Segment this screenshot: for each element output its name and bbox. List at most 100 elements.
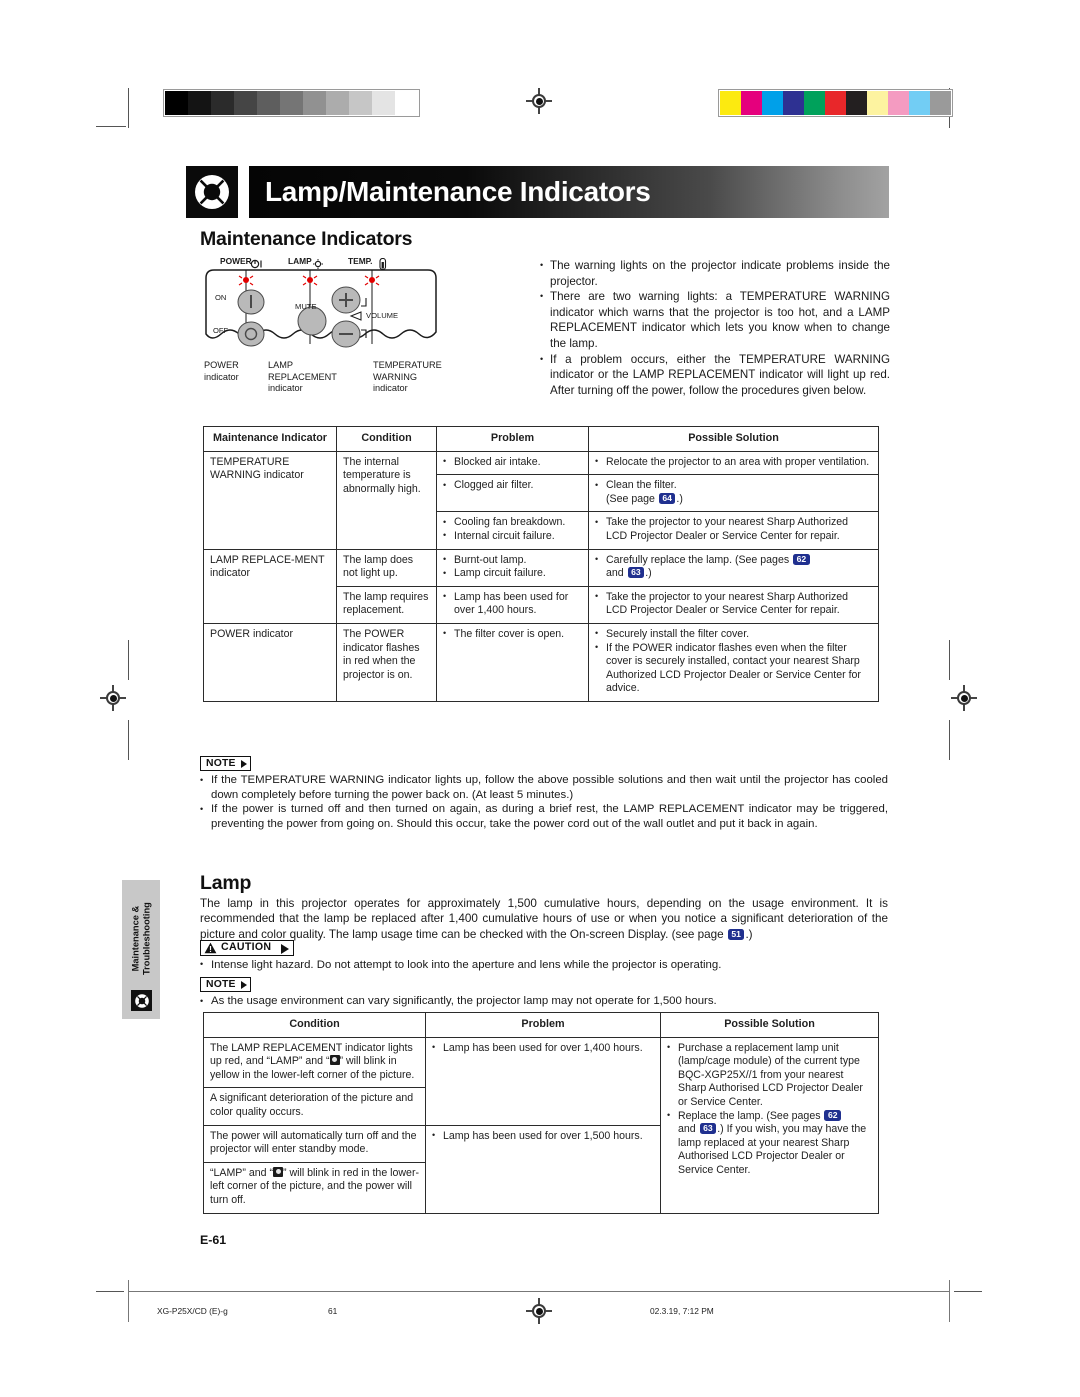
figure-label-off: OFF bbox=[213, 326, 229, 335]
page-reference-badge[interactable]: 63 bbox=[627, 567, 645, 579]
registration-mark-left bbox=[100, 685, 126, 711]
gray-swatch-2 bbox=[211, 91, 234, 115]
color-swatch-4 bbox=[804, 91, 825, 115]
chapter-header: Lamp/Maintenance Indicators bbox=[186, 166, 889, 218]
figure-label-volume: VOLUME bbox=[366, 311, 399, 320]
figure-caption-temperature: TEMPERATURE WARNING indicator bbox=[373, 360, 442, 393]
page-reference-badge[interactable]: 62 bbox=[793, 553, 810, 565]
crop-tick-right-lower bbox=[954, 1291, 982, 1292]
cell-condition: The power will automatically turn off an… bbox=[203, 1124, 426, 1163]
footer-tick-right bbox=[949, 1280, 950, 1322]
color-swatch-8 bbox=[888, 91, 909, 115]
cell-problem: Blocked air intake. bbox=[436, 450, 589, 476]
intro-bullet: • The warning lights on the projector in… bbox=[540, 259, 890, 288]
gray-swatch-6 bbox=[303, 91, 326, 115]
gray-swatch-0 bbox=[165, 91, 188, 115]
color-swatch-5 bbox=[825, 91, 846, 115]
figure-label-temp: TEMP. bbox=[348, 256, 373, 266]
column-header-condition: Condition bbox=[336, 426, 437, 452]
intro-bullet: • There are two warning lights: a TEMPER… bbox=[540, 290, 890, 350]
lifebuoy-icon bbox=[131, 990, 152, 1011]
footer-filename: XG-P25X/CD (E)-g bbox=[157, 1306, 228, 1316]
section-heading-maintenance-indicators: Maintenance Indicators bbox=[200, 228, 413, 250]
manual-page: Lamp/Maintenance Indicators Maintenance … bbox=[0, 0, 1080, 1397]
cell-solution: Clean the filter. (See page 64.) bbox=[588, 474, 879, 513]
column-header-solution: Possible Solution bbox=[588, 426, 879, 452]
table-row: POWER indicator The POWER indicator flas… bbox=[203, 622, 879, 702]
crop-tick-right-mid2 bbox=[949, 720, 950, 760]
cell-problem: Lamp has been used for over 1,400 hours. bbox=[436, 585, 589, 624]
gray-swatch-1 bbox=[188, 91, 211, 115]
side-tab-line2: Troubleshooting bbox=[141, 902, 151, 976]
side-tab-line1: Maintenance & bbox=[130, 905, 141, 972]
warning-triangle-icon bbox=[204, 942, 217, 959]
side-tab-label: Maintenance & Troubleshooting bbox=[130, 876, 151, 1002]
page-reference-badge[interactable]: 64 bbox=[658, 492, 676, 504]
column-header-condition: Condition bbox=[203, 1012, 426, 1038]
lamp-glyph-icon bbox=[329, 1055, 340, 1066]
column-header-indicator: Maintenance Indicator bbox=[203, 426, 337, 452]
lifebuoy-icon bbox=[186, 166, 238, 218]
page-reference-badge[interactable]: 63 bbox=[699, 1123, 717, 1135]
gray-swatch-9 bbox=[372, 91, 395, 115]
grayscale-calibration-bar bbox=[163, 89, 420, 117]
bullet-dot-icon: • bbox=[540, 353, 544, 364]
gray-swatch-5 bbox=[280, 91, 303, 115]
note-list: If the TEMPERATURE WARNING indicator lig… bbox=[200, 772, 888, 831]
cell-solution: Take the projector to your nearest Sharp… bbox=[588, 585, 879, 624]
cell-problem: Lamp has been used for over 1,500 hours. bbox=[425, 1124, 661, 1214]
cell-indicator: POWER indicator bbox=[203, 622, 337, 702]
color-calibration-bar bbox=[718, 89, 953, 117]
section-heading-lamp: Lamp bbox=[200, 872, 252, 894]
registration-mark-top bbox=[526, 88, 552, 114]
crop-tick-left-lower bbox=[96, 1291, 124, 1292]
projector-control-panel-figure: POWER LAMP TEMP. ON OFF MUTE VOLUME POWE… bbox=[200, 256, 455, 398]
registration-mark-right bbox=[951, 685, 977, 711]
cell-solution: Take the projector to your nearest Sharp… bbox=[588, 511, 879, 550]
cell-condition: The lamp requires replacement. bbox=[336, 585, 437, 624]
footer-rule bbox=[128, 1291, 950, 1292]
table-row: The LAMP REPLACEMENT indicator lights up… bbox=[203, 1036, 879, 1214]
column-header-solution: Possible Solution bbox=[660, 1012, 879, 1038]
table-row: LAMP REPLACE-MENT indicator The lamp doe… bbox=[203, 548, 879, 624]
cell-solution: Purchase a replacement lamp unit (lamp/c… bbox=[660, 1036, 879, 1214]
note-badge: NOTE bbox=[200, 976, 251, 992]
gray-swatch-3 bbox=[234, 91, 257, 115]
intro-bullet: • If a problem occurs, either the TEMPER… bbox=[540, 352, 890, 397]
figure-label-mute: MUTE bbox=[295, 302, 317, 311]
cell-problem: Burnt-out lamp. Lamp circuit failure. bbox=[436, 548, 589, 587]
lamp-glyph-icon bbox=[273, 1166, 283, 1177]
cell-solution: Securely install the filter cover. If th… bbox=[588, 622, 879, 702]
table-header-row: Condition Problem Possible Solution bbox=[203, 1012, 879, 1038]
column-header-problem: Problem bbox=[436, 426, 589, 452]
cell-problem: Clogged air filter. bbox=[436, 474, 589, 513]
gray-swatch-4 bbox=[257, 91, 280, 115]
page-reference-badge[interactable]: 62 bbox=[824, 1109, 842, 1121]
figure-label-on: ON bbox=[215, 293, 227, 302]
caution-block: CAUTION Intense light hazard. Do not att… bbox=[200, 937, 888, 972]
page-title: Lamp/Maintenance Indicators bbox=[265, 176, 651, 207]
note-list: As the usage environment can vary signif… bbox=[200, 994, 888, 1009]
crop-tick-left-upper bbox=[96, 126, 126, 127]
gray-swatch-10 bbox=[395, 91, 418, 115]
cell-condition: The LAMP REPLACEMENT indicator lights up… bbox=[203, 1036, 426, 1089]
cell-solution: Relocate the projector to an area with p… bbox=[588, 450, 879, 476]
cell-solution: Carefully replace the lamp. (See pages 6… bbox=[588, 548, 879, 587]
note-block-1: NOTE If the TEMPERATURE WARNING indicato… bbox=[200, 753, 888, 831]
cell-problem: The filter cover is open. bbox=[436, 622, 589, 702]
gray-swatch-7 bbox=[326, 91, 349, 115]
bullet-dot-icon: • bbox=[540, 260, 544, 270]
crop-tick-right-mid bbox=[949, 640, 950, 680]
cell-condition: A significant deterioration of the pictu… bbox=[203, 1087, 426, 1126]
side-tab-maintenance-troubleshooting: Maintenance & Troubleshooting bbox=[122, 880, 160, 1019]
color-swatch-3 bbox=[783, 91, 804, 115]
table-header-row: Maintenance Indicator Condition Problem … bbox=[203, 426, 879, 452]
cell-problem: Cooling fan breakdown. Internal circuit … bbox=[436, 511, 589, 550]
caution-list: Intense light hazard. Do not attempt to … bbox=[200, 957, 888, 973]
bullet-dot-icon: • bbox=[540, 291, 544, 302]
cell-condition: “LAMP” and “” will blink in red in the l… bbox=[203, 1161, 426, 1214]
cell-condition: The internal temperature is abnormally h… bbox=[336, 450, 437, 550]
cell-problem: Lamp has been used for over 1,400 hours. bbox=[425, 1036, 661, 1126]
lamp-replacement-table: Condition Problem Possible Solution The … bbox=[203, 1012, 879, 1214]
maintenance-indicator-table: Maintenance Indicator Condition Problem … bbox=[203, 426, 879, 702]
